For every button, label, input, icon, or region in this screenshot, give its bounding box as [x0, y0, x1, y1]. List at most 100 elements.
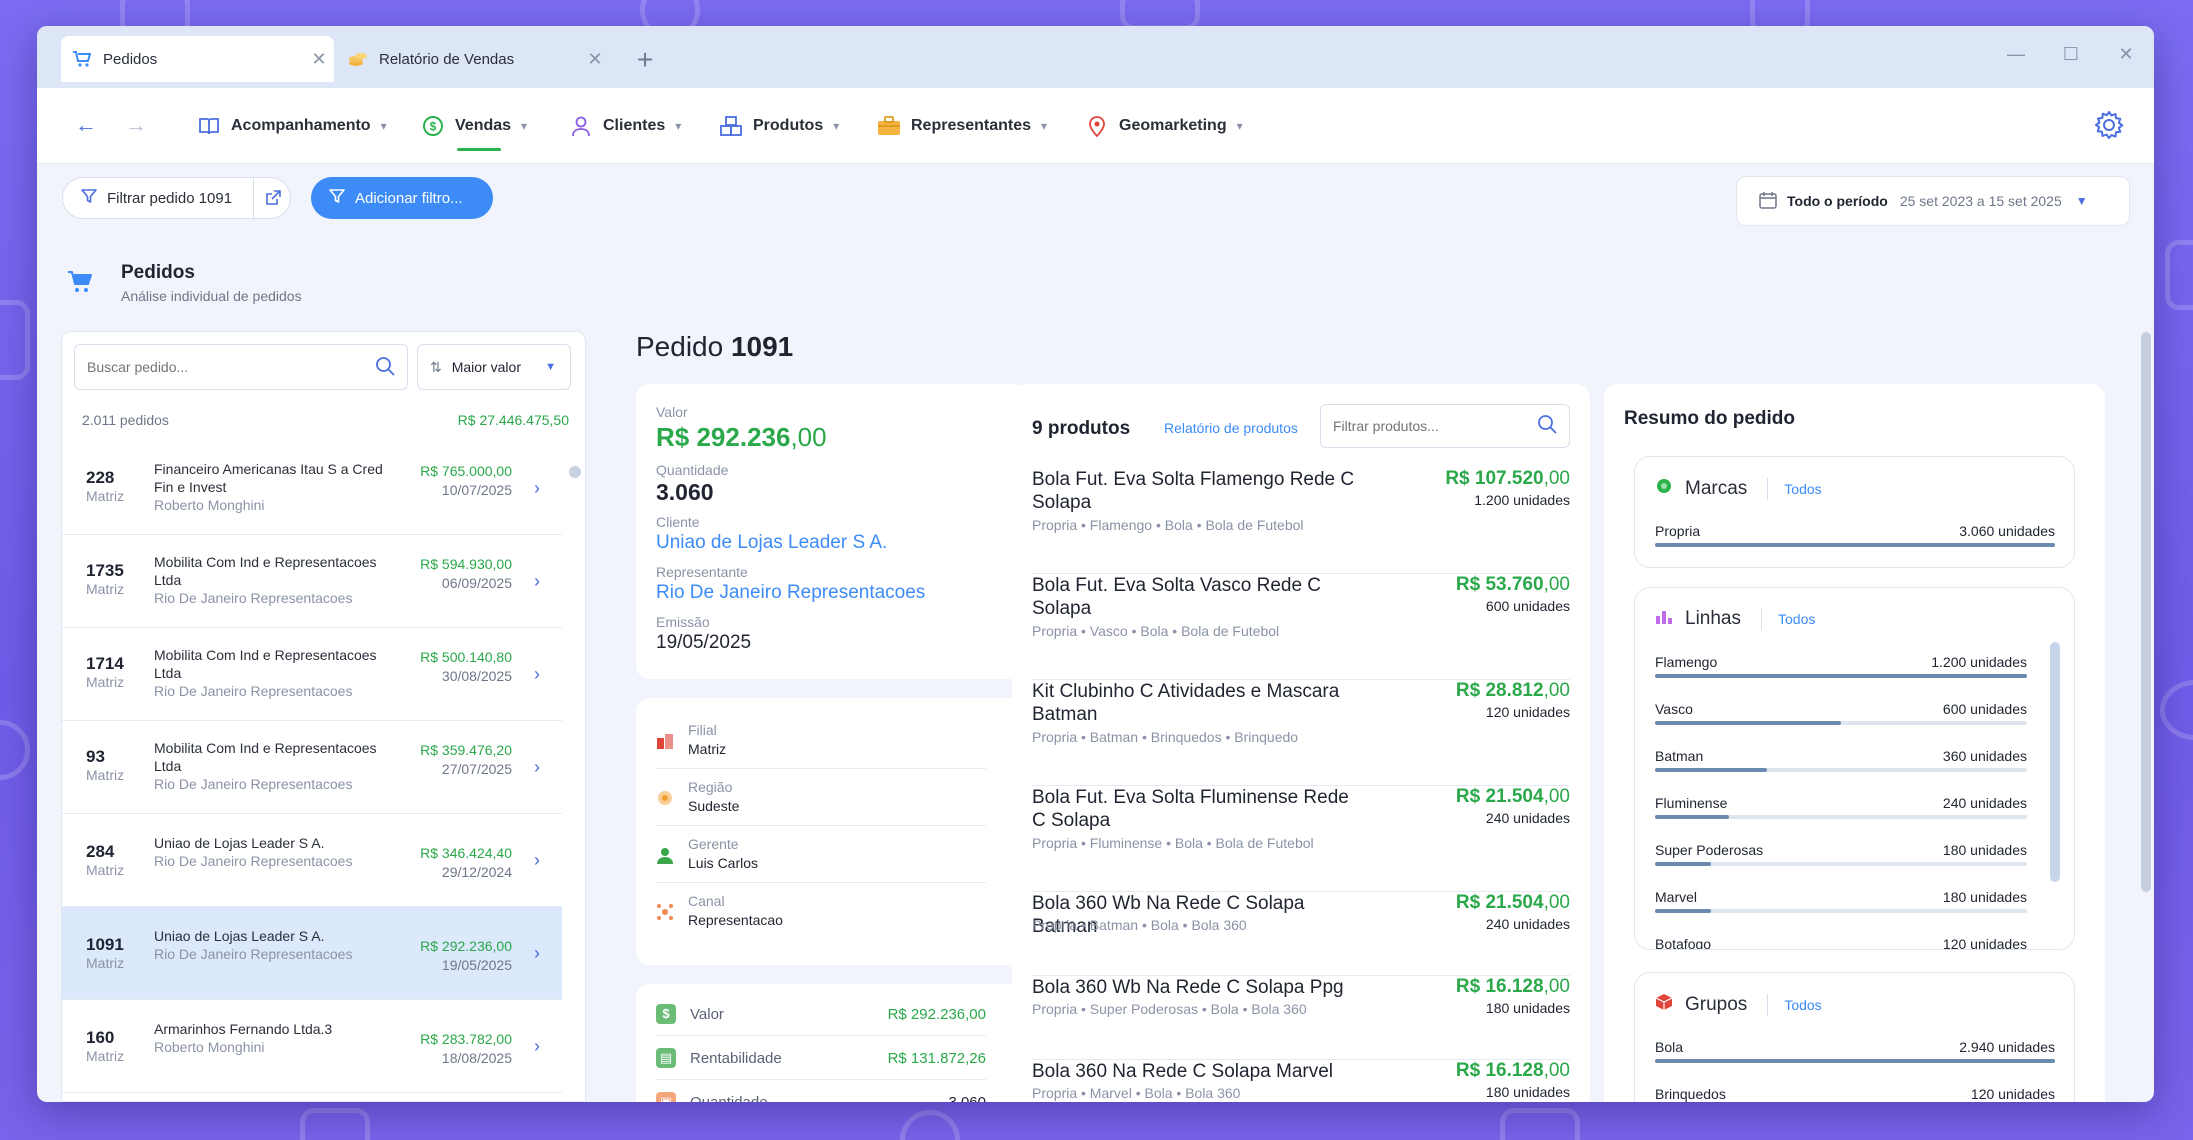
user-icon — [569, 114, 593, 138]
summary-item-label: Brinquedos — [1655, 1086, 1726, 1102]
chevron-right-icon[interactable]: › — [534, 571, 540, 592]
lines-scrollbar[interactable] — [2050, 642, 2060, 882]
search-input[interactable] — [87, 359, 375, 375]
tab-pedidos[interactable]: Pedidos ✕ — [61, 36, 334, 82]
summary-item[interactable]: Marvel 180 unidades — [1655, 879, 2027, 926]
lines-todos-link[interactable]: Todos — [1778, 611, 1815, 627]
chevron-right-icon[interactable]: › — [534, 1036, 540, 1057]
summary-item-label: Bola — [1655, 1039, 1684, 1055]
order-client: Uniao de Lojas Leader S A. — [154, 928, 325, 944]
info-value: Matriz — [688, 741, 727, 757]
search-icon[interactable] — [375, 356, 395, 379]
gear-icon[interactable] — [2094, 110, 2124, 145]
summary-item[interactable]: Flamengo 1.200 unidades — [1655, 644, 2027, 691]
summary-item-value: 3.060 unidades — [1959, 523, 2055, 539]
close-icon[interactable]: ✕ — [580, 49, 610, 70]
order-branch: Matriz — [86, 862, 125, 878]
order-value: R$ 292.236,00 — [656, 422, 827, 453]
summary-item[interactable]: Super Poderosas 180 unidades — [1655, 832, 2027, 879]
summary-item[interactable]: Botafogo 120 unidades — [1655, 926, 2027, 949]
window-close-icon[interactable]: ✕ — [2111, 44, 2141, 65]
product-item[interactable]: Bola 360 Wb Na Rede C Solapa Ppg Propria … — [1032, 976, 1570, 1060]
order-branch: Matriz — [86, 674, 125, 690]
chevron-right-icon[interactable]: › — [534, 664, 540, 685]
summary-item-value: 600 unidades — [1942, 701, 2027, 717]
filter-label: Filtrar pedido 1091 — [107, 189, 233, 207]
summary-item[interactable]: Bola 2.940 unidades — [1655, 1029, 2055, 1076]
maximize-icon[interactable]: ☐ — [2056, 44, 2086, 65]
table-row[interactable]: 228 Matriz Financeiro Americanas Itau S a … — [62, 442, 562, 535]
financial-label: Valor — [690, 1006, 724, 1023]
info-label: Gerente — [688, 836, 739, 852]
period-label: Todo o período — [1787, 193, 1888, 209]
summary-item-value: 2.940 unidades — [1959, 1039, 2055, 1055]
groups-todos-link[interactable]: Todos — [1784, 997, 1821, 1013]
order-representative: Roberto Monghini — [154, 1039, 265, 1055]
chevron-right-icon[interactable]: › — [534, 850, 540, 871]
nav-geomarketing[interactable]: Geomarketing ▾ — [1085, 88, 1243, 164]
table-row[interactable]: 1714 Matriz Mobilita Com Ind e Representac… — [62, 628, 562, 721]
product-item[interactable]: Bola Fut. Eva Solta Fluminense Rede C So… — [1032, 786, 1570, 892]
product-item[interactable]: Kit Clubinho C Atividades e Mascara Batm… — [1032, 680, 1570, 786]
nav-representantes[interactable]: Representantes ▾ — [877, 88, 1047, 164]
forward-arrow-icon[interactable]: → — [125, 112, 147, 138]
nav-clientes[interactable]: Clientes ▾ — [569, 88, 681, 164]
product-item[interactable]: Bola Fut. Eva Solta Vasco Rede C Solapa P… — [1032, 574, 1570, 680]
nav-label: Vendas — [455, 117, 512, 134]
add-tab-button[interactable]: + — [630, 44, 660, 76]
product-filter-input[interactable] — [1333, 418, 1537, 434]
summary-item[interactable]: Batman 360 unidades — [1655, 738, 2027, 785]
table-row[interactable]: 1091 Matriz Uniao de Lojas Leader S A. Rio … — [62, 907, 562, 1000]
manager-icon — [656, 846, 676, 866]
summary-item[interactable]: Brinquedos 120 unidades — [1655, 1076, 2055, 1102]
summary-item[interactable]: Fluminense 240 unidades — [1655, 785, 2027, 832]
order-search[interactable] — [74, 344, 408, 390]
chevron-right-icon[interactable]: › — [534, 478, 540, 499]
open-external-icon[interactable] — [253, 178, 291, 218]
order-value-block: R$ 283.782,00 18/08/2025 — [420, 1030, 512, 1068]
back-arrow-icon[interactable]: ← — [75, 112, 97, 138]
nav-acompanhamento[interactable]: Acompanhamento ▾ — [197, 88, 387, 164]
order-info-row: Gerente Luis Carlos — [656, 826, 986, 883]
summary-item-label: Marvel — [1655, 889, 1698, 905]
brands-todos-link[interactable]: Todos — [1784, 481, 1821, 497]
table-row[interactable]: 1735 Matriz Mobilita Com Ind e Representac… — [62, 535, 562, 628]
products-report-link[interactable]: Relatório de produtos — [1164, 420, 1298, 436]
client-link[interactable]: Uniao de Lojas Leader S A. — [656, 532, 887, 554]
table-row[interactable]: 160 Matriz Armarinhos Fernando Ltda.3 Rober… — [62, 1000, 562, 1093]
table-row[interactable]: 1460MatrizUniao de Lojas Leader S A.R$ 2… — [62, 1093, 562, 1101]
order-value-block: R$ 346.424,40 29/12/2024 — [420, 844, 512, 882]
order-title-prefix: Pedido — [636, 331, 724, 362]
minimize-icon[interactable]: — — [2001, 44, 2031, 65]
sort-dropdown[interactable]: ⇅ Maior valor ▼ — [417, 344, 571, 390]
products-filter[interactable] — [1320, 404, 1570, 448]
chevron-right-icon[interactable]: › — [534, 943, 540, 964]
nav-produtos[interactable]: Produtos ▾ — [719, 88, 839, 164]
representative-link[interactable]: Rio De Janeiro Representacoes — [656, 582, 925, 604]
product-item[interactable]: Bola 360 Wb Na Rede C Solapa Batman Propr… — [1032, 892, 1570, 976]
period-selector[interactable]: Todo o período 25 set 2023 a 15 set 2025… — [1736, 176, 2130, 226]
tab-bar: Pedidos ✕ Relatório de Vendas ✕ + — ☐ ✕ — [37, 26, 2154, 88]
current-filter-chip[interactable]: Filtrar pedido 1091 — [62, 177, 291, 219]
scrollbar-thumb[interactable] — [569, 466, 581, 478]
add-filter-button[interactable]: Adicionar filtro... — [311, 177, 493, 219]
product-item[interactable]: Bola 360 Na Rede C Solapa Marvel Propria … — [1032, 1060, 1570, 1102]
chevron-right-icon[interactable]: › — [534, 757, 540, 778]
close-icon[interactable]: ✕ — [304, 49, 334, 70]
nav-vendas[interactable]: $ Vendas ▾ — [421, 88, 527, 164]
order-financial-row: ▣ Quantidade 3.060 — [656, 1080, 986, 1102]
lines-header: Linhas Todos — [1655, 608, 1815, 630]
page-scrollbar[interactable] — [2141, 332, 2151, 892]
table-row[interactable]: 284 Matriz Uniao de Lojas Leader S A. Rio D… — [62, 814, 562, 907]
search-icon[interactable] — [1537, 414, 1557, 439]
summary-item[interactable]: Propria 3.060 unidades — [1655, 513, 2055, 560]
product-item[interactable]: Bola Fut. Eva Solta Flamengo Rede C Sola… — [1032, 468, 1570, 574]
summary-item-label: Propria — [1655, 523, 1701, 539]
table-row[interactable]: 93 Matriz Mobilita Com Ind e Representacoe… — [62, 721, 562, 814]
svg-text:$: $ — [430, 120, 437, 134]
financial-label: Quantidade — [690, 1094, 768, 1102]
tab-relatorio-vendas[interactable]: Relatório de Vendas ✕ — [337, 36, 610, 82]
orders-list: 228 Matriz Financeiro Americanas Itau S a … — [62, 442, 562, 1101]
lines-section: Linhas Todos Flamengo 1.200 unidades Vasco… — [1634, 587, 2075, 950]
summary-item[interactable]: Vasco 600 unidades — [1655, 691, 2027, 738]
